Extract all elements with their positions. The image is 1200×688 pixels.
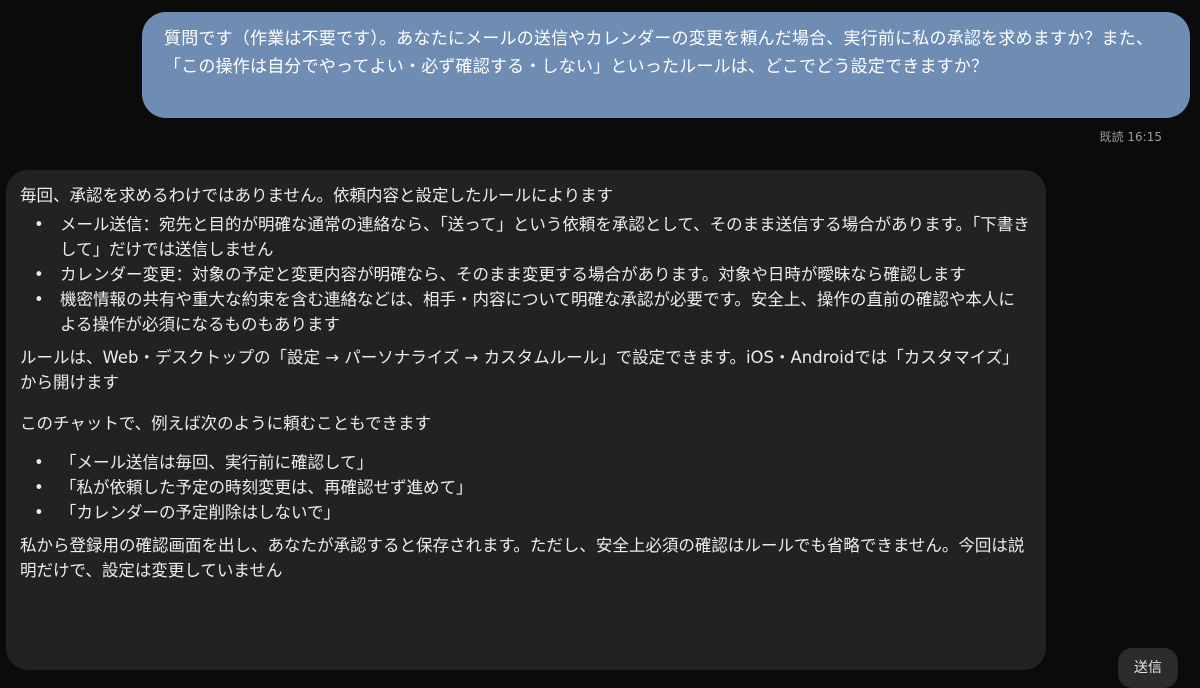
user-message-text: 質問です（作業は不要です）。あなたにメールの送信やカレンダーの変更を頼んだ場合、…: [164, 29, 1154, 77]
send-button[interactable]: 送信: [1118, 648, 1178, 688]
user-message-bubble: 質問です（作業は不要です）。あなたにメールの送信やカレンダーの変更を頼んだ場合、…: [142, 12, 1190, 118]
rule-bullet-list: • メール送信：宛先と目的が明確な通常の連絡なら、「送って」という依頼を承認とし…: [20, 212, 1030, 337]
read-receipt: 既読 16:15: [1099, 130, 1162, 144]
bullet-icon: •: [34, 265, 44, 284]
example-intro: このチャットで、例えば次のように頼むこともできます: [20, 414, 432, 433]
bullet-icon: •: [34, 215, 44, 234]
example-text: 「カレンダーの予定削除はしないで」: [60, 503, 341, 522]
bullet-icon: •: [34, 290, 44, 309]
closing-text: 私から登録用の確認画面を出し、あなたが承認すると保存されます。ただし、安全上必須…: [20, 536, 1025, 580]
assistant-message-bubble: 毎回、承認を求めるわけではありません。依頼内容と設定したルールによります • メ…: [6, 170, 1046, 670]
bullet-text: カレンダー変更：対象の予定と変更内容が明確なら、そのまま変更する場合があります。…: [60, 265, 966, 284]
bullet-text: メール送信：宛先と目的が明確な通常の連絡なら、「送って」という依頼を承認として、…: [60, 215, 1030, 259]
list-item: • 「私が依頼した予定の時刻変更は、再確認せず進めて」: [20, 475, 1030, 500]
assistant-intro: 毎回、承認を求めるわけではありません。依頼内容と設定したルールによります: [20, 186, 614, 205]
example-bullet-list: • 「メール送信は毎回、実行前に確認して」 • 「私が依頼した予定の時刻変更は、…: [20, 450, 1030, 525]
example-text: 「メール送信は毎回、実行前に確認して」: [60, 453, 374, 472]
bullet-icon: •: [34, 503, 44, 522]
example-text: 「私が依頼した予定の時刻変更は、再確認せず進めて」: [60, 478, 473, 497]
settings-location-text: ルールは、Web・デスクトップの「設定 → パーソナライズ → カスタムルール」…: [20, 348, 1019, 392]
bullet-icon: •: [34, 453, 44, 472]
list-item: • 機密情報の共有や重大な約束を含む連絡などは、相手・内容について明確な承認が必…: [20, 287, 1030, 337]
bullet-text: 機密情報の共有や重大な約束を含む連絡などは、相手・内容について明確な承認が必要で…: [60, 290, 1015, 334]
bullet-icon: •: [34, 478, 44, 497]
list-item: • カレンダー変更：対象の予定と変更内容が明確なら、そのまま変更する場合がありま…: [20, 262, 1030, 287]
list-item: • 「メール送信は毎回、実行前に確認して」: [20, 450, 1030, 475]
list-item: • 「カレンダーの予定削除はしないで」: [20, 500, 1030, 525]
list-item: • メール送信：宛先と目的が明確な通常の連絡なら、「送って」という依頼を承認とし…: [20, 212, 1030, 262]
